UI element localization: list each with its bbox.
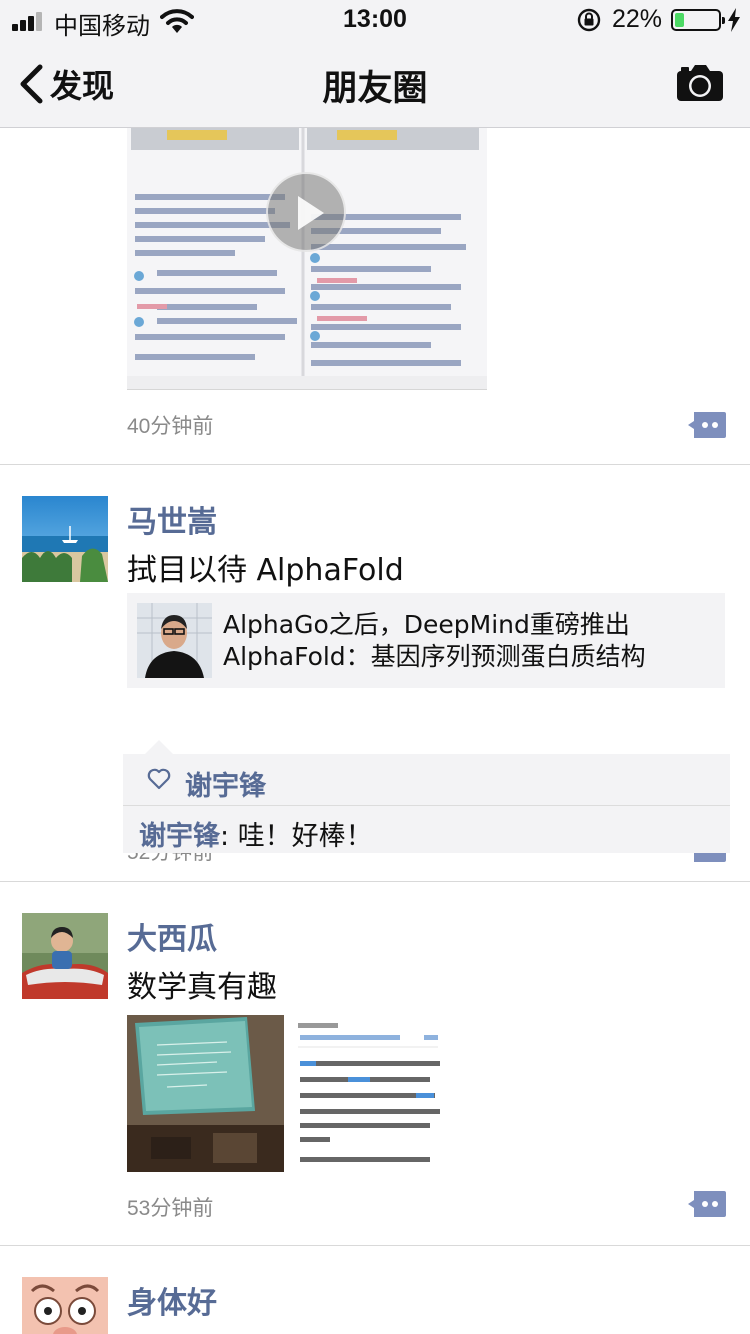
shared-link-card[interactable]: AlphaGo之后，DeepMind重磅推出AlphaFold：基因序列预测蛋白… <box>127 593 725 688</box>
camera-icon[interactable] <box>676 64 724 102</box>
avatar[interactable] <box>22 913 108 999</box>
rotation-lock-icon <box>577 8 601 32</box>
battery-level <box>675 13 684 27</box>
nav-bar: 发现 朋友圈 <box>0 40 750 128</box>
post-time: 53分钟前 <box>127 1197 214 1220</box>
charging-icon <box>728 8 740 32</box>
likes-row: 谢宇锋 <box>123 754 730 806</box>
post-item: 大西瓜 数学真有趣 53分钟前 <box>0 882 750 1246</box>
battery-icon <box>671 9 725 31</box>
post-text: 数学真有趣 <box>127 970 277 1005</box>
video-frame <box>127 128 487 389</box>
author-name[interactable]: 大西瓜 <box>127 914 217 958</box>
comment-more-icon[interactable] <box>688 1191 726 1217</box>
post-item: 身体好 <box>0 1246 750 1334</box>
post-photo[interactable] <box>288 1015 445 1172</box>
page-title: 朋友圈 <box>322 69 428 109</box>
post-text: 拭目以待 AlphaFold <box>127 553 404 588</box>
avatar[interactable] <box>22 1277 108 1334</box>
link-title: AlphaGo之后，DeepMind重磅推出AlphaFold：基因序列预测蛋白… <box>223 610 646 671</box>
status-bar: 中国移动 13:00 22% <box>0 0 750 40</box>
video-thumbnail[interactable] <box>127 128 487 390</box>
play-icon[interactable] <box>266 172 346 252</box>
comment-author[interactable]: 谢宇锋 <box>139 821 220 852</box>
top-bar: 中国移动 13:00 22% 发现 朋友圈 <box>0 0 750 128</box>
comments-panel: 谢宇锋 谢宇锋: 哇！好棒！ <box>123 740 730 853</box>
post-time: 40分钟前 <box>127 415 214 438</box>
comment-separator: : <box>220 821 238 852</box>
author-name[interactable]: 身体好 <box>127 1278 217 1322</box>
comment-text: 哇！好棒！ <box>237 821 373 852</box>
link-thumbnail <box>137 603 212 678</box>
battery-percent: 22% <box>612 5 663 33</box>
post-video: 40分钟前 <box>0 128 750 465</box>
post-photo[interactable] <box>127 1015 284 1172</box>
comment-item[interactable]: 谢宇锋: 哇！好棒！ <box>139 814 373 853</box>
author-name[interactable]: 马世嵩 <box>127 497 217 541</box>
heart-icon <box>147 768 171 790</box>
avatar[interactable] <box>22 496 108 582</box>
liker-name[interactable]: 谢宇锋 <box>185 764 266 803</box>
comment-more-icon[interactable] <box>688 412 726 438</box>
